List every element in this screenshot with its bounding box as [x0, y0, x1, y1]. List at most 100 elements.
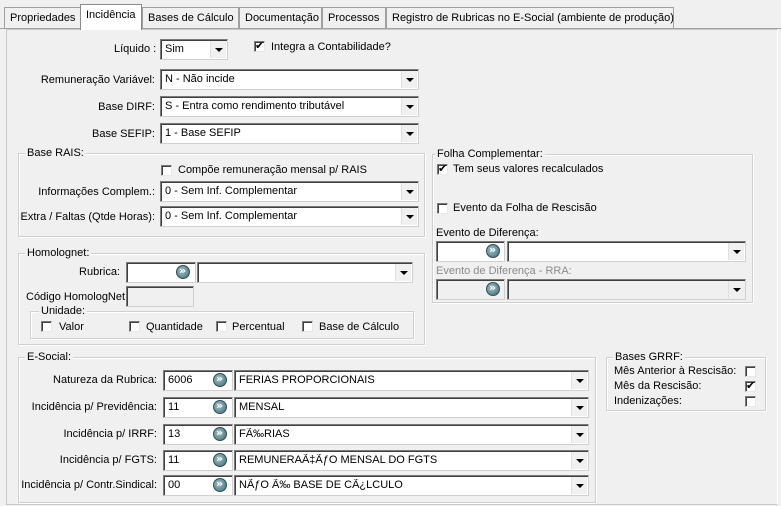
tab-processos[interactable]: Processos: [322, 7, 386, 28]
lookup-icon[interactable]: [486, 281, 500, 296]
evento-rescisao-label: Evento da Folha de Rescisão: [453, 202, 597, 214]
esocial-previdencia-select[interactable]: MENSAL: [234, 397, 589, 418]
tab-propriedades[interactable]: Propriedades: [4, 7, 81, 28]
esocial-fgts-code: 11: [168, 454, 180, 466]
liquido-select[interactable]: Sim: [160, 39, 228, 60]
esocial-sindical-desc: NÃƒO Ã‰ BASE DE CÃ¿LCULO: [239, 479, 403, 491]
tem-valores-recalculados-checkbox[interactable]: [437, 162, 448, 175]
info-complem-value: 0 - Sem Inf. Complementar: [165, 185, 298, 197]
lookup-icon[interactable]: [213, 452, 227, 467]
esocial-sindical-select[interactable]: NÃƒO Ã‰ BASE DE CÃ¿LCULO: [234, 475, 589, 496]
chevron-down-icon[interactable]: [210, 41, 226, 58]
info-complem-label: Informações Complem.:: [38, 186, 155, 198]
unidade-title: Unidade:: [39, 305, 88, 317]
tab-bases-de-calculo[interactable]: Bases de Cálculo: [142, 7, 239, 28]
chevron-down-icon[interactable]: [571, 426, 587, 443]
esocial-irrf-select[interactable]: FÃ‰RIAS: [234, 424, 589, 445]
homolognet-title: Homolognet:: [25, 247, 92, 259]
chevron-down-icon[interactable]: [401, 125, 417, 142]
remuneracao-variavel-select[interactable]: N - Não incide: [160, 69, 419, 90]
esocial-fgts-label: Incidência p/ FGTS:: [59, 454, 157, 466]
base-dirf-select[interactable]: S - Entra como rendimento tributável: [160, 96, 419, 117]
lookup-icon[interactable]: [213, 372, 227, 387]
compoe-rais-label: Compõe remuneração mensal p/ RAIS: [178, 164, 367, 176]
esocial-sindical-label: Incidência p/ Contr.Sindical:: [21, 479, 157, 491]
lookup-icon[interactable]: [176, 264, 190, 279]
integra-contabilidade-label: Integra a Contabilidade?: [271, 41, 391, 53]
tab-incidencia[interactable]: Incidência: [80, 4, 142, 30]
grrf-mes-anterior-label: Mês Anterior à Rescisão:: [614, 365, 737, 377]
grrf-indenizacoes-label: Indenizações:: [614, 395, 682, 407]
evento-diferenca-select[interactable]: [507, 241, 746, 262]
chevron-down-icon[interactable]: [401, 208, 417, 225]
evento-diferenca-label: Evento de Diferença:: [436, 227, 539, 239]
grrf-mes-rescisao-checkbox[interactable]: [745, 379, 756, 392]
esocial-irrf-desc: FÃ‰RIAS: [239, 428, 290, 440]
lookup-icon[interactable]: [213, 399, 227, 414]
bases-grrf-title: Bases GRRF:: [613, 351, 685, 363]
lookup-icon[interactable]: [486, 243, 500, 258]
esocial-natureza-select[interactable]: FERIAS PROPORCIONAIS: [234, 370, 589, 391]
esocial-natureza-desc: FERIAS PROPORCIONAIS: [239, 374, 375, 386]
chevron-down-icon[interactable]: [571, 477, 587, 494]
base-dirf-value: S - Entra como rendimento tributável: [165, 100, 345, 112]
tab-registro-esocial[interactable]: Registro de Rubricas no E-Social (ambien…: [386, 7, 674, 28]
esocial-natureza-code: 6006: [168, 374, 193, 386]
chevron-down-icon[interactable]: [401, 183, 417, 200]
info-complem-select[interactable]: 0 - Sem Inf. Complementar: [160, 181, 419, 202]
evento-diferenca-rra-label: Evento de Diferença - RRA:: [436, 265, 572, 277]
tab-documentacao[interactable]: Documentação: [239, 7, 322, 28]
rubrica-select[interactable]: [197, 262, 413, 283]
esocial-irrf-label: Incidência p/ IRRF:: [63, 428, 157, 440]
extra-faltas-label: Extra / Faltas (Qtde Horas):: [20, 211, 155, 223]
esocial-previdencia-desc: MENSAL: [239, 401, 285, 413]
codigo-homolognet-label: Código HomologNet: [26, 291, 126, 303]
chevron-down-icon[interactable]: [401, 71, 417, 88]
extra-faltas-value: 0 - Sem Inf. Complementar: [165, 210, 298, 222]
lookup-icon[interactable]: [213, 477, 227, 492]
esocial-natureza-label: Natureza da Rubrica:: [53, 374, 157, 386]
remuneracao-variavel-value: N - Não incide: [165, 73, 235, 85]
tab-bar: Propriedades Incidência Bases de Cálculo…: [0, 0, 781, 30]
compoe-rais-checkbox[interactable]: [161, 165, 172, 176]
grrf-indenizacoes-checkbox[interactable]: [745, 396, 756, 407]
esocial-fgts-desc: REMUNERAÃ‡ÃƒO MENSAL DO FGTS: [239, 454, 438, 466]
esocial-irrf-code: 13: [168, 428, 181, 440]
grrf-mes-rescisao-label: Mês da Rescisão:: [614, 380, 702, 392]
base-sefip-select[interactable]: 1 - Base SEFIP: [160, 123, 419, 144]
esocial-previdencia-label: Incidência p/ Previdência:: [31, 401, 157, 413]
integra-contabilidade-checkbox[interactable]: [254, 39, 265, 52]
lookup-icon[interactable]: [213, 426, 227, 441]
chevron-down-icon[interactable]: [728, 243, 744, 260]
codigo-homolognet-input[interactable]: [126, 286, 194, 307]
chevron-down-icon[interactable]: [571, 452, 587, 469]
rubrica-label: Rubrica:: [79, 266, 120, 278]
extra-faltas-select[interactable]: 0 - Sem Inf. Complementar: [160, 206, 419, 227]
evento-rescisao-checkbox[interactable]: [437, 203, 448, 214]
chevron-down-icon[interactable]: [728, 281, 744, 298]
chevron-down-icon[interactable]: [395, 264, 411, 281]
unidade-valor-checkbox[interactable]: [41, 321, 52, 332]
base-sefip-label: Base SEFIP:: [92, 128, 155, 140]
remuneracao-variavel-label: Remuneração Variável:: [40, 74, 155, 86]
chevron-down-icon[interactable]: [571, 399, 587, 416]
folha-complementar-title: Folha Complementar:: [435, 148, 545, 160]
liquido-label: Líquido :: [114, 43, 157, 55]
base-rais-title: Base RAIS:: [25, 147, 86, 159]
unidade-base-calculo-label: Base de Cálculo: [319, 321, 400, 333]
chevron-down-icon[interactable]: [571, 372, 587, 389]
unidade-percentual-checkbox[interactable]: [216, 321, 227, 332]
esocial-fgts-select[interactable]: REMUNERAÃ‡ÃƒO MENSAL DO FGTS: [234, 450, 589, 471]
tem-valores-recalculados-label: Tem seus valores recalculados: [453, 163, 604, 175]
grrf-mes-anterior-checkbox[interactable]: [745, 366, 756, 377]
esocial-title: E-Social:: [25, 351, 74, 363]
chevron-down-icon[interactable]: [401, 98, 417, 115]
evento-diferenca-rra-select[interactable]: [507, 279, 746, 300]
base-sefip-value: 1 - Base SEFIP: [165, 127, 241, 139]
unidade-base-calculo-checkbox[interactable]: [302, 321, 313, 332]
esocial-sindical-code: 00: [168, 479, 181, 491]
unidade-valor-label: Valor: [59, 321, 84, 333]
unidade-quantidade-checkbox[interactable]: [129, 321, 140, 332]
unidade-percentual-label: Percentual: [232, 321, 285, 333]
esocial-previdencia-code: 11: [168, 401, 180, 413]
